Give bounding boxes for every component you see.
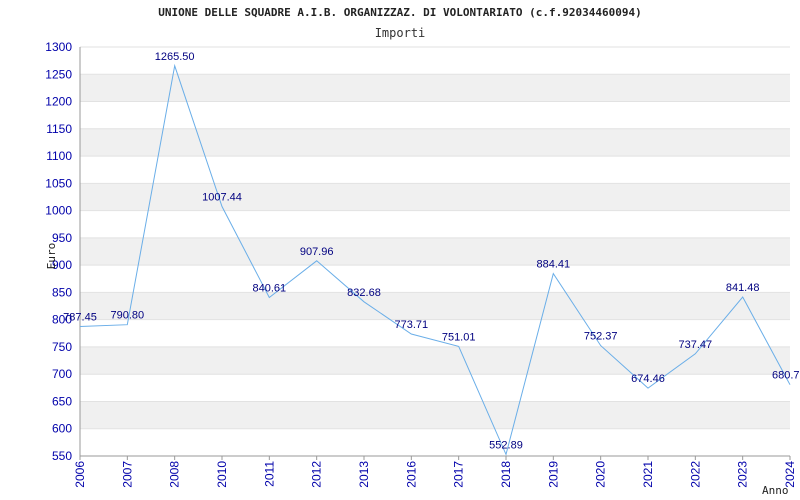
y-tick-label: 1300 xyxy=(45,40,72,54)
data-label: 907.96 xyxy=(300,246,334,258)
x-tick-label: 2013 xyxy=(357,461,371,488)
data-label: 787.45 xyxy=(63,312,97,324)
x-tick-label: 2010 xyxy=(215,461,229,488)
data-label: 680.7 xyxy=(772,370,800,382)
y-tick-label: 1050 xyxy=(45,176,72,190)
x-tick-label: 2011 xyxy=(262,461,276,487)
x-tick-label: 2016 xyxy=(404,461,418,488)
y-axis-label: Euro xyxy=(45,243,58,270)
data-label: 674.46 xyxy=(631,373,665,385)
x-tick-label: 2008 xyxy=(168,461,182,488)
grid-bands xyxy=(80,74,790,429)
grid-band xyxy=(80,401,790,429)
x-axis: 2006 2007 2008 2010 2011 2012 2013 2016 2017 2018… xyxy=(73,456,797,488)
grid-band xyxy=(80,74,790,102)
data-label: 884.41 xyxy=(537,259,571,271)
y-tick-label: 650 xyxy=(52,394,72,408)
grid-band xyxy=(80,292,790,320)
y-tick-label: 1100 xyxy=(46,149,72,163)
data-label: 790.80 xyxy=(111,310,145,322)
y-tick-label: 850 xyxy=(52,285,72,299)
x-tick-label: 2017 xyxy=(452,461,466,488)
data-label: 841.48 xyxy=(726,282,760,294)
chart: 5506006507007508008509009501000105011001… xyxy=(45,6,800,497)
grid-band xyxy=(80,237,790,266)
x-tick-label: 2021 xyxy=(641,461,655,488)
data-label: 737.47 xyxy=(679,339,713,351)
chart-subtitle: Importi xyxy=(375,26,426,40)
data-label: 552.89 xyxy=(489,439,523,451)
y-tick-label: 1150 xyxy=(46,122,72,136)
y-tick-label: 1250 xyxy=(45,67,72,81)
data-label: 752.37 xyxy=(584,331,618,343)
y-tick-label: 1200 xyxy=(45,95,72,109)
y-tick-label: 1000 xyxy=(45,204,72,218)
x-tick-label: 2019 xyxy=(546,461,560,488)
data-label: 840.61 xyxy=(253,283,287,295)
data-label: 773.71 xyxy=(395,319,429,331)
x-tick-label: 2023 xyxy=(736,461,750,488)
data-label: 751.01 xyxy=(442,331,476,343)
y-tick-label: 600 xyxy=(52,422,72,436)
grid-band xyxy=(80,346,790,375)
x-tick-label: 2012 xyxy=(310,461,324,488)
x-tick-label: 2018 xyxy=(499,461,513,488)
y-tick-label: 700 xyxy=(52,367,72,381)
chart-title: UNIONE DELLE SQUADRE A.I.B. ORGANIZZAZ. … xyxy=(158,6,641,19)
x-tick-label: 2006 xyxy=(73,461,87,488)
x-tick-label: 2022 xyxy=(688,461,702,488)
grid-band xyxy=(80,128,790,157)
x-tick-label: 2020 xyxy=(594,461,608,488)
grid-band xyxy=(80,183,790,211)
x-axis-label: Anno xyxy=(762,484,789,497)
data-label: 1007.44 xyxy=(202,192,242,204)
y-tick-label: 550 xyxy=(52,449,72,463)
data-label: 832.68 xyxy=(347,287,381,299)
y-tick-label: 750 xyxy=(52,340,72,354)
data-label: 1265.50 xyxy=(155,51,195,63)
x-tick-label: 2007 xyxy=(120,461,134,488)
